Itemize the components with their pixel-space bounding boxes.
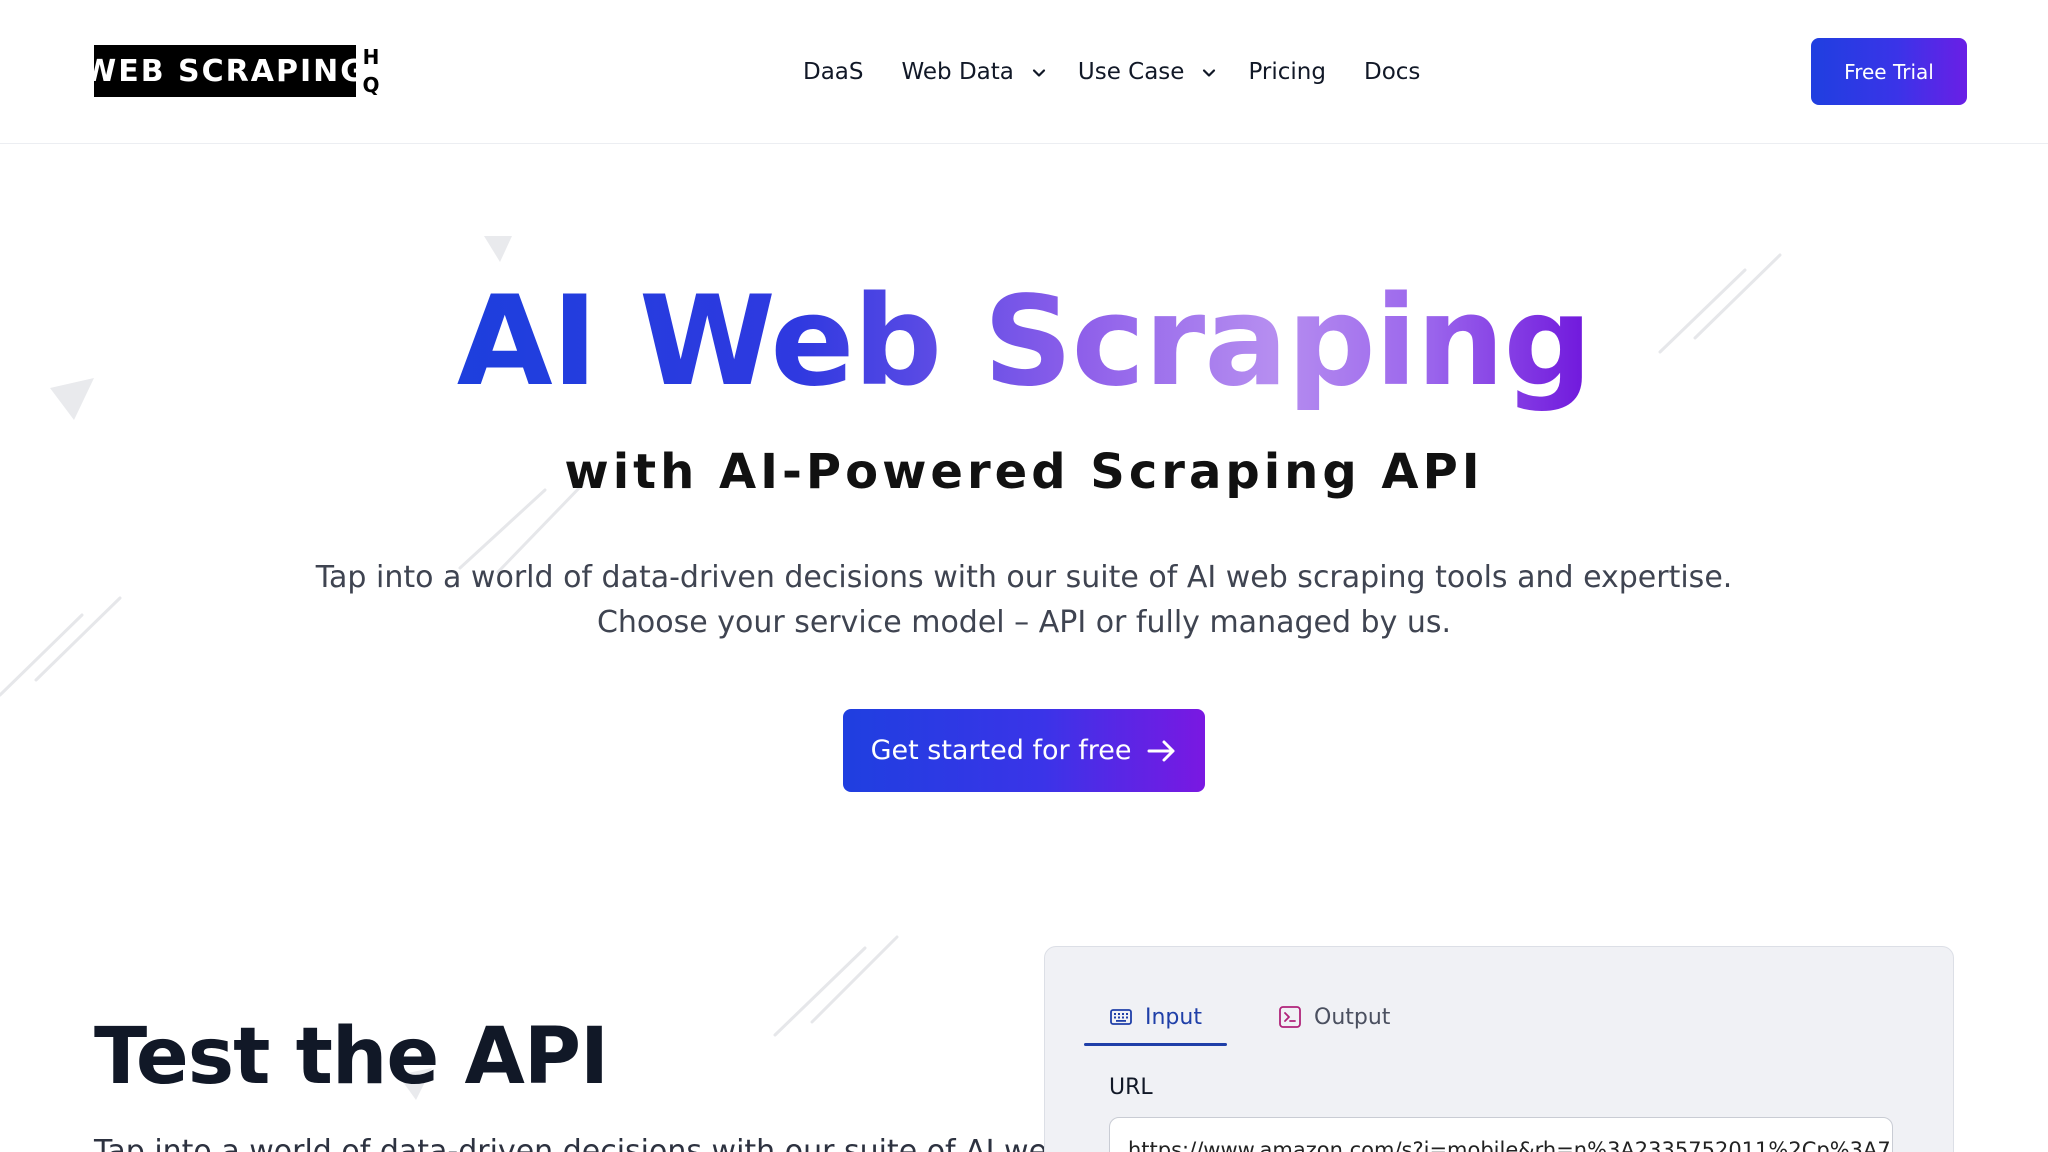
hero-title: AI Web Scraping <box>0 262 2048 422</box>
nav-item-label: Web Data <box>901 59 1014 85</box>
logo-text: WEB SCRAPING <box>83 45 365 97</box>
hero-title-text: AI Web Scraping <box>456 270 1593 414</box>
nav-item-web-data[interactable]: Web Data <box>902 59 1046 85</box>
page: WEB SCRAPING H Q DaaS Web Data Use Case <box>0 0 2048 1152</box>
url-label: URL <box>1109 1075 1153 1100</box>
nav-item-label: Pricing <box>1248 59 1326 85</box>
logo-suffix: H Q <box>360 45 382 97</box>
hero-subtitle: with AI-Powered Scraping API <box>564 444 1484 500</box>
logo-suffix-h: H <box>362 45 380 69</box>
hero-description: Tap into a world of data-driven decision… <box>0 555 2048 645</box>
nav-item-pricing[interactable]: Pricing <box>1248 59 1326 85</box>
test-api-description: Tap into a world of data-driven decision… <box>94 1134 1067 1152</box>
chevron-down-icon <box>1032 69 1045 77</box>
nav-item-use-case[interactable]: Use Case <box>1078 59 1217 85</box>
main-nav: DaaS Web Data Use Case Pricing Docs <box>803 52 1420 92</box>
tab-input-label: Input <box>1145 1004 1202 1030</box>
hero-description-line: Choose your service model – API or fully… <box>596 605 1452 640</box>
terminal-icon <box>1279 1006 1301 1028</box>
logo-suffix-q: Q <box>362 73 380 97</box>
tab-output-label: Output <box>1314 1004 1391 1030</box>
nav-item-docs[interactable]: Docs <box>1364 59 1420 85</box>
chevron-down-icon <box>1203 69 1216 77</box>
tab-output[interactable]: Output <box>1278 997 1390 1037</box>
nav-item-label: Docs <box>1363 59 1421 85</box>
active-tab-indicator <box>1084 1043 1227 1046</box>
hero-description-line: Tap into a world of data-driven decision… <box>315 560 1733 595</box>
nav-item-label: Use Case <box>1077 59 1185 85</box>
tab-input[interactable]: Input <box>1109 997 1202 1037</box>
keyboard-icon <box>1110 1009 1132 1025</box>
test-api-title: Test the API <box>94 1012 609 1102</box>
nav-item-daas[interactable]: DaaS <box>803 59 864 85</box>
url-input[interactable]: https://www.amazon.com/s?i=mobile&rh=n%3… <box>1109 1117 1893 1152</box>
nav-item-label: DaaS <box>803 59 864 85</box>
free-trial-button[interactable]: Free Trial <box>1811 38 1967 105</box>
get-started-label: Get started for free <box>870 735 1132 766</box>
get-started-button[interactable]: Get started for free <box>843 709 1205 792</box>
logo[interactable]: WEB SCRAPING H Q <box>83 45 382 97</box>
arrow-right-icon <box>1147 740 1175 761</box>
site-header: WEB SCRAPING H Q DaaS Web Data Use Case <box>0 0 2048 144</box>
api-test-panel: Input Output URL https://www.amazon.com/… <box>1044 946 1954 1152</box>
